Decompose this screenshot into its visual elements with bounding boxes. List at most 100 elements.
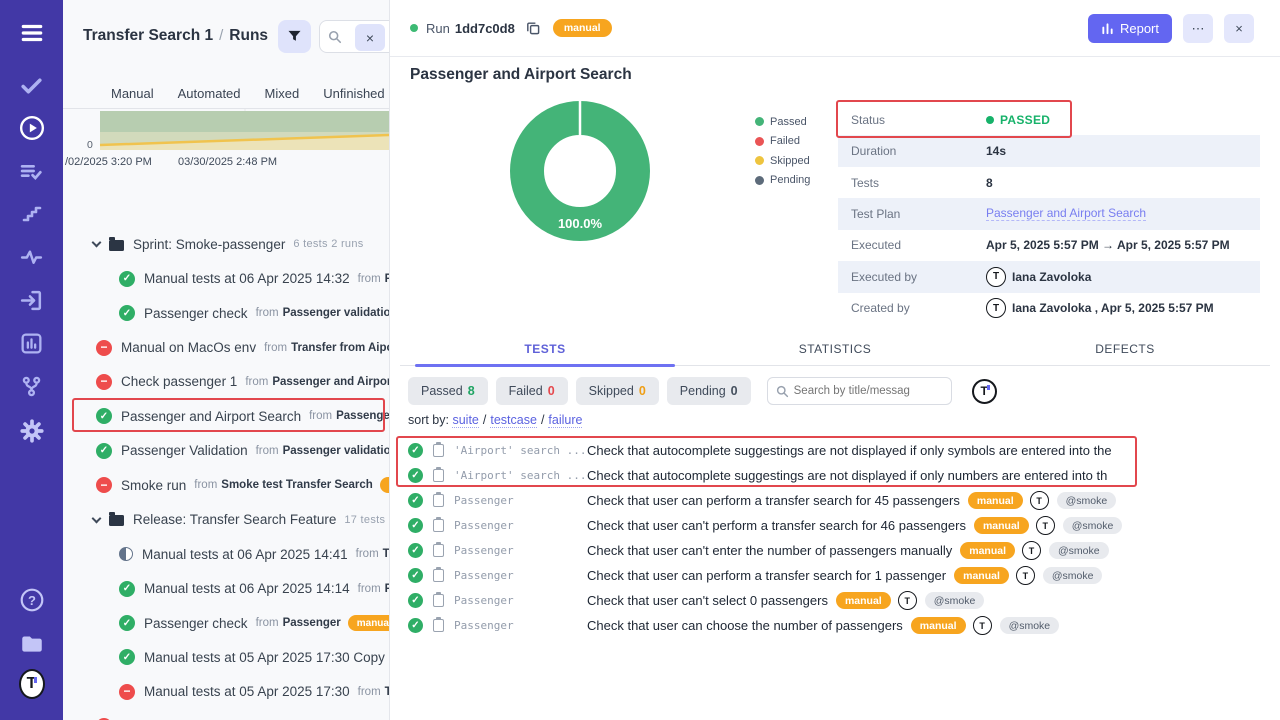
tab-tests[interactable]: TESTS xyxy=(400,338,690,365)
filter-pill[interactable]: Pending 0 xyxy=(667,377,751,405)
chevron-down-icon[interactable] xyxy=(92,513,102,523)
testcase-clipboard-icon xyxy=(433,519,444,532)
branches-icon[interactable] xyxy=(19,373,45,399)
filter-button[interactable] xyxy=(278,20,311,53)
info-value: T Iana Zavoloka xyxy=(986,267,1091,287)
report-button[interactable]: Report xyxy=(1088,14,1172,43)
info-row: Tests 8 xyxy=(838,167,1260,198)
run-tree-item[interactable]: Passenger check from Passenger validatio… xyxy=(63,296,389,330)
test-row[interactable]: Passenger Check that user can perform a … xyxy=(390,563,1280,588)
more-button[interactable]: ⋯ xyxy=(1183,14,1213,43)
run-tree-item[interactable]: Sprint: Smoke-passenger 6 tests 2 runs xyxy=(63,227,389,261)
steps-icon[interactable] xyxy=(19,201,45,227)
close-run-button[interactable]: × xyxy=(1224,14,1254,43)
sort-by-testcase[interactable]: testcase xyxy=(490,413,537,428)
status-icon xyxy=(109,240,124,251)
run-tree-item[interactable]: Passenger and Airport Search from Passen… xyxy=(63,399,389,433)
breadcrumb-separator: / xyxy=(213,27,229,44)
donut-center-label: 100.0% xyxy=(558,216,603,231)
result-filters: Passed 8 Failed 0 Skipped 0 Pending xyxy=(408,377,997,405)
test-suite-name: Passenger xyxy=(454,594,587,607)
run-tree-item[interactable]: Manual tests at 06 Mar 2025 14:40 from xyxy=(63,709,389,720)
help-icon[interactable]: ? xyxy=(19,587,45,613)
copy-run-id-button[interactable] xyxy=(525,20,541,36)
breadcrumb-project[interactable]: Transfer Search 1 xyxy=(83,27,213,44)
legend-dot xyxy=(755,156,764,165)
tree-item-from-name: Pass xyxy=(385,273,389,285)
tree-item-label: Manual on MacOs env xyxy=(121,340,256,355)
chevron-down-icon[interactable] xyxy=(92,238,102,248)
run-tree-item[interactable]: Manual on MacOs env from Transfer from A… xyxy=(63,330,389,364)
test-row[interactable]: 'Airport' search ... Check that autocomp… xyxy=(390,438,1280,463)
info-label: Duration xyxy=(851,144,986,158)
analytics-icon[interactable] xyxy=(19,330,45,356)
test-suite-name: 'Airport' search ... xyxy=(454,444,587,457)
test-plan-link[interactable]: Passenger and Airport Search xyxy=(986,206,1146,221)
run-tree-item[interactable]: Release: Transfer Search Feature 17 test… xyxy=(63,503,389,537)
sort-by-suite[interactable]: suite xyxy=(452,413,478,428)
assignee-filter-avatar[interactable]: T xyxy=(972,379,997,404)
tab-statistics[interactable]: STATISTICS xyxy=(690,338,980,365)
import-icon[interactable] xyxy=(19,287,45,313)
filter-pill[interactable]: Passed 8 xyxy=(408,377,488,405)
run-tree-item[interactable]: Manual tests at 06 Apr 2025 14:14 from P… xyxy=(63,571,389,605)
runs-trend-chart[interactable] xyxy=(63,109,390,153)
test-title: Check that user can't select 0 passenger… xyxy=(587,593,828,608)
test-row[interactable]: Passenger Check that user can't perform … xyxy=(390,513,1280,538)
runs-tab[interactable]: Automated xyxy=(178,86,241,101)
test-passed-icon xyxy=(408,618,423,633)
runs-tab[interactable]: Manual xyxy=(111,86,154,101)
run-tree-item[interactable]: Manual tests at 05 Apr 2025 17:30 Copy f… xyxy=(63,640,389,674)
legend-label: Passed xyxy=(770,116,807,128)
info-value: Apr 5, 2025 5:57 PM → Apr 5, 2025 5:57 P… xyxy=(986,238,1230,252)
tree-item-from-name: Pass xyxy=(385,583,389,595)
legend-dot xyxy=(755,117,764,126)
run-tree-item[interactable]: Manual tests at 06 Apr 2025 14:41 from T… xyxy=(63,537,389,571)
test-row[interactable]: Passenger Check that user can't select 0… xyxy=(390,588,1280,613)
testomat-logo[interactable]: T xyxy=(19,671,45,697)
runs-search-close-button[interactable]: × xyxy=(355,24,385,51)
assignee-avatar: T xyxy=(1036,516,1055,535)
tree-item-from-name: Passenger and xyxy=(336,410,389,422)
tree-item-from-prefix: from xyxy=(194,479,217,491)
smoke-tag: @smoke xyxy=(1057,492,1117,509)
test-passed-icon xyxy=(408,568,423,583)
run-tree-item[interactable]: Manual tests at 06 Apr 2025 14:32 from P… xyxy=(63,261,389,295)
menu-icon[interactable] xyxy=(19,20,45,46)
projects-folder-icon[interactable] xyxy=(19,630,45,656)
runs-tab[interactable]: Unfinished xyxy=(323,86,384,101)
test-suite-name: Passenger xyxy=(454,519,587,532)
tree-item-from-name: Tran xyxy=(383,548,389,560)
run-tree-item[interactable]: Manual tests at 05 Apr 2025 17:30 from T… xyxy=(63,675,389,709)
sort-by-failure[interactable]: failure xyxy=(548,413,582,428)
results-list-icon[interactable] xyxy=(19,158,45,184)
tests-search-box[interactable] xyxy=(767,377,952,405)
breadcrumb-page: Runs xyxy=(229,27,268,44)
pulse-icon[interactable] xyxy=(19,244,45,270)
run-tree-item[interactable]: Passenger Validation from Passenger vali… xyxy=(63,434,389,468)
test-row[interactable]: 'Airport' search ... Check that autocomp… xyxy=(390,463,1280,488)
status-icon xyxy=(119,684,135,700)
tree-item-from-prefix: from xyxy=(256,617,279,629)
tab-defects[interactable]: DEFECTS xyxy=(980,338,1270,365)
filter-pill-count: 8 xyxy=(468,384,475,398)
tree-item-label: Manual tests at 05 Apr 2025 17:30 Copy xyxy=(144,650,385,665)
tests-check-icon[interactable] xyxy=(19,72,45,98)
settings-gear-icon[interactable] xyxy=(19,418,45,444)
run-tree-item[interactable]: Smoke run from Smoke test Transfer Searc… xyxy=(63,468,389,502)
test-row[interactable]: Passenger Check that user can perform a … xyxy=(390,488,1280,513)
run-tree-item[interactable]: Check passenger 1 from Passenger and Air… xyxy=(63,365,389,399)
svg-text:?: ? xyxy=(28,593,36,608)
filter-pill[interactable]: Failed 0 xyxy=(496,377,568,405)
tree-item-from-prefix: from xyxy=(356,548,379,560)
test-row[interactable]: Passenger Check that user can choose the… xyxy=(390,613,1280,638)
testcase-clipboard-icon xyxy=(433,469,444,482)
filter-pill[interactable]: Skipped 0 xyxy=(576,377,659,405)
assignee-avatar: T xyxy=(1030,491,1049,510)
run-header-bar: Run 1dd7c0d8 manual Report ⋯ × xyxy=(390,0,1280,57)
runs-play-icon[interactable] xyxy=(19,115,45,141)
tests-search-input[interactable] xyxy=(794,385,934,397)
test-row[interactable]: Passenger Check that user can't enter th… xyxy=(390,538,1280,563)
run-tree-item[interactable]: Passenger check from Passenger manual 6 xyxy=(63,606,389,640)
runs-tab[interactable]: Mixed xyxy=(265,86,300,101)
